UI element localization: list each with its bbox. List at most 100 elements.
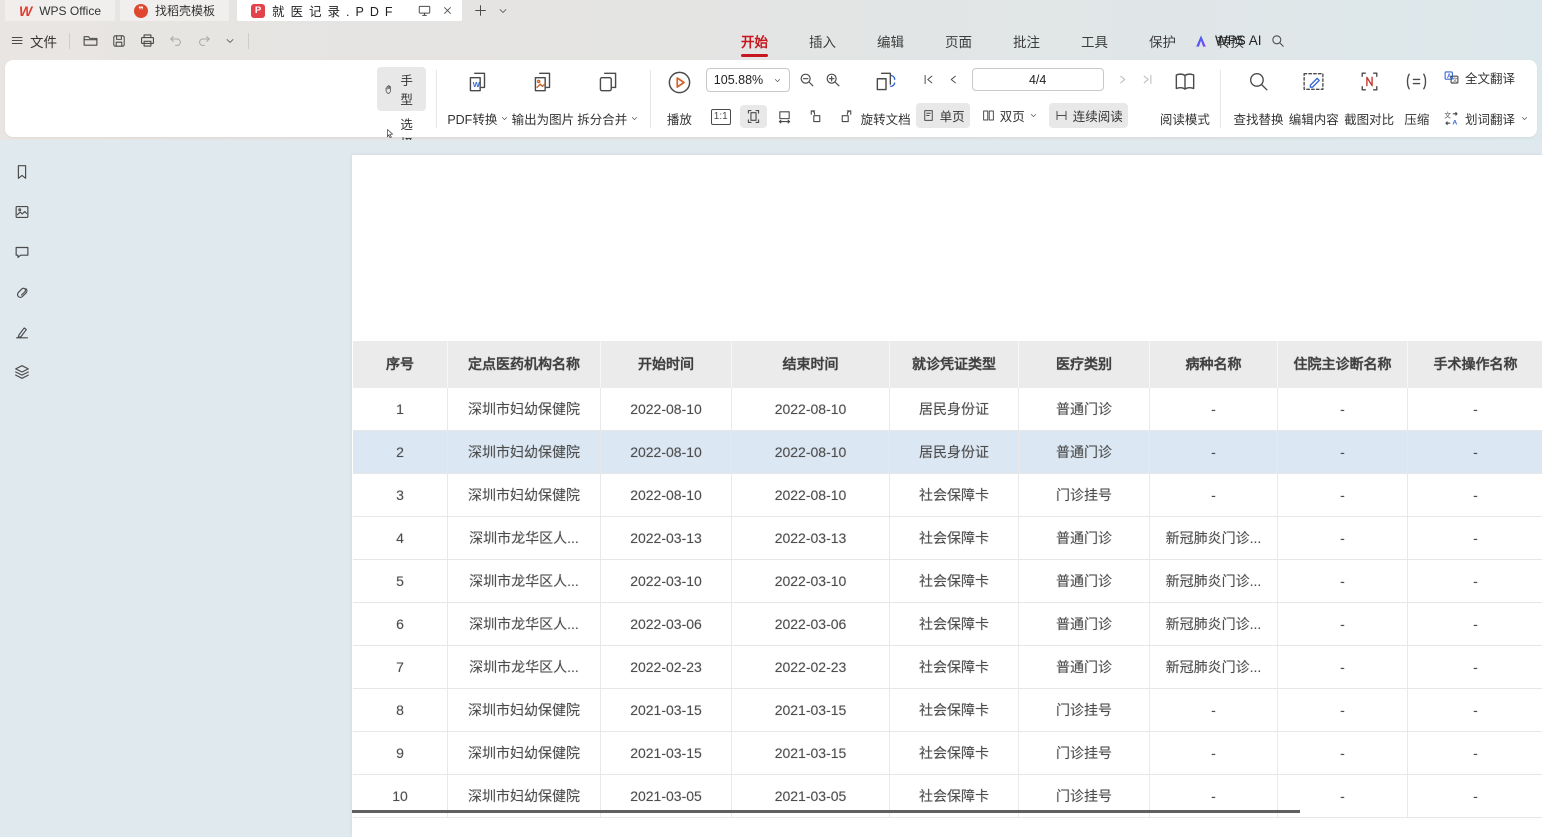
divider [650,70,651,128]
rotate-document-label: 旋转文档 [861,109,911,128]
table-cell: 2021-03-15 [601,732,732,775]
tab-docer-templates[interactable]: ❞ 找稻壳模板 [120,0,229,21]
comment-icon[interactable] [12,242,32,262]
menu-item[interactable]: 开始 [727,21,782,60]
document-title: 就医记录.PDF [272,1,398,20]
monitor-icon[interactable] [417,3,432,18]
table-horizontal-scrollbar[interactable] [352,810,1300,813]
table-cell: - [1408,517,1542,560]
last-page-icon[interactable] [1135,69,1160,90]
rotate-right-icon [838,108,855,125]
full-translate-button[interactable]: A 文 全文翻译 [1443,68,1529,87]
print-icon[interactable] [139,32,156,49]
table-row: 6深圳市龙华区人...2022-03-062022-03-06社会保障卡普通门诊… [353,603,1542,646]
quickbar-chevron-icon[interactable] [224,35,236,47]
play-button[interactable]: 播放 [661,67,698,131]
compress-button[interactable]: 压缩 [1397,67,1437,131]
menu-item[interactable]: 插入 [795,21,850,60]
menu-item[interactable]: 工具 [1067,21,1122,60]
wps-ai-button[interactable]: WPS AI [1193,21,1262,60]
tab-wps-home[interactable]: W WPS Office [5,0,115,21]
export-image-button[interactable]: 输出为图片 [509,67,576,131]
table-cell: - [1408,603,1542,646]
table-cell: - [1278,431,1408,474]
close-tab-icon[interactable] [441,4,454,17]
table-cell: 深圳市妇幼保健院 [448,474,601,517]
new-tab-icon[interactable] [473,3,488,18]
open-file-icon[interactable] [82,32,99,49]
rotate-right-button[interactable] [833,105,860,128]
redo-icon[interactable] [196,33,212,49]
layers-icon[interactable] [12,362,32,382]
screenshot-compare-icon [1357,69,1382,94]
split-merge-button[interactable]: 拆分合并 [576,67,640,131]
menu-item[interactable]: 页面 [931,21,986,60]
table-cell: - [1408,388,1542,431]
pdf-page[interactable]: 序号定点医药机构名称开始时间结束时间就诊凭证类型医疗类别病种名称住院主诊断名称手… [352,155,1542,837]
next-page-icon[interactable] [1110,69,1135,90]
hand-tool-button[interactable]: 手型 [377,67,426,111]
zoom-level-select[interactable]: 105.88% [706,68,790,92]
table-cell: 深圳市龙华区人... [448,603,601,646]
table-cell: 8 [353,689,448,732]
table-cell: - [1278,603,1408,646]
bookmark-icon[interactable] [12,162,32,182]
table-cell: 7 [353,646,448,689]
continuous-reading-button[interactable]: 连续阅读 [1049,103,1128,128]
table-cell: - [1278,517,1408,560]
table-cell: - [1278,732,1408,775]
window-chrome: W WPS Office ❞ 找稻壳模板 P 就医记录.PDF [0,0,1542,140]
tab-bar: W WPS Office ❞ 找稻壳模板 P 就医记录.PDF [0,0,1542,21]
table-cell: - [1408,560,1542,603]
table-cell: 门诊挂号 [1019,474,1150,517]
menu-search-icon[interactable] [1270,21,1286,60]
header-cell: 手术操作名称 [1408,341,1542,388]
menu-item[interactable]: 编辑 [863,21,918,60]
zoom-out-icon[interactable] [798,71,816,89]
single-page-button[interactable]: 单页 [916,103,970,128]
table-cell: 新冠肺炎门诊... [1150,560,1278,603]
find-replace-button[interactable]: 查找替换 [1231,67,1286,131]
fit-width-icon [776,108,793,125]
zoom-level-value: 105.88% [714,73,763,87]
first-page-icon[interactable] [916,69,941,90]
table-cell: 普通门诊 [1019,603,1150,646]
rotate-document-button[interactable]: 旋转文档 [860,67,912,131]
screenshot-compare-button[interactable]: 截图对比 [1341,67,1396,131]
pdf-convert-button[interactable]: W PDF转换 [447,67,509,131]
wps-logo-icon: W [19,3,32,19]
double-page-button[interactable]: 双页 [976,103,1043,128]
page-indicator: 4/4 [1029,73,1046,87]
signature-icon[interactable] [12,322,32,342]
rotate-left-button[interactable] [802,105,829,128]
chevron-down-icon [630,114,639,123]
svg-text:W: W [473,80,481,89]
export-image-label: 输出为图片 [512,109,575,128]
header-cell: 病种名称 [1150,341,1278,388]
export-image-icon [530,69,556,95]
table-cell: 2022-03-10 [601,560,732,603]
attachment-icon[interactable] [12,282,32,302]
table-cell: 门诊挂号 [1019,732,1150,775]
undo-icon[interactable] [168,33,184,49]
table-cell: 新冠肺炎门诊... [1150,646,1278,689]
word-translate-button[interactable]: 文 A 划词翻译 [1443,109,1529,128]
page-number-input[interactable]: 4/4 [972,68,1104,91]
ribbon-toolbar: 手型 选择 W PDF转换 输出为图片 拆分合并 [5,60,1537,137]
table-cell: 5 [353,560,448,603]
fit-width-button[interactable] [771,105,798,128]
tab-list-chevron-icon[interactable] [497,5,509,17]
fit-page-button[interactable] [740,105,767,128]
menu-item[interactable]: 保护 [1135,21,1190,60]
zoom-in-icon[interactable] [824,71,842,89]
edit-content-button[interactable]: 编辑内容 [1286,67,1341,131]
read-mode-button[interactable]: 阅读模式 [1160,67,1210,131]
tab-document-pdf[interactable]: P 就医记录.PDF [237,0,461,21]
file-menu-button[interactable]: 文件 [10,31,57,51]
actual-size-button[interactable]: 1:1 [706,106,736,128]
save-icon[interactable] [111,33,127,49]
thumbnail-icon[interactable] [12,202,32,222]
header-cell: 医疗类别 [1019,341,1150,388]
menu-item[interactable]: 批注 [999,21,1054,60]
previous-page-icon[interactable] [941,69,966,90]
